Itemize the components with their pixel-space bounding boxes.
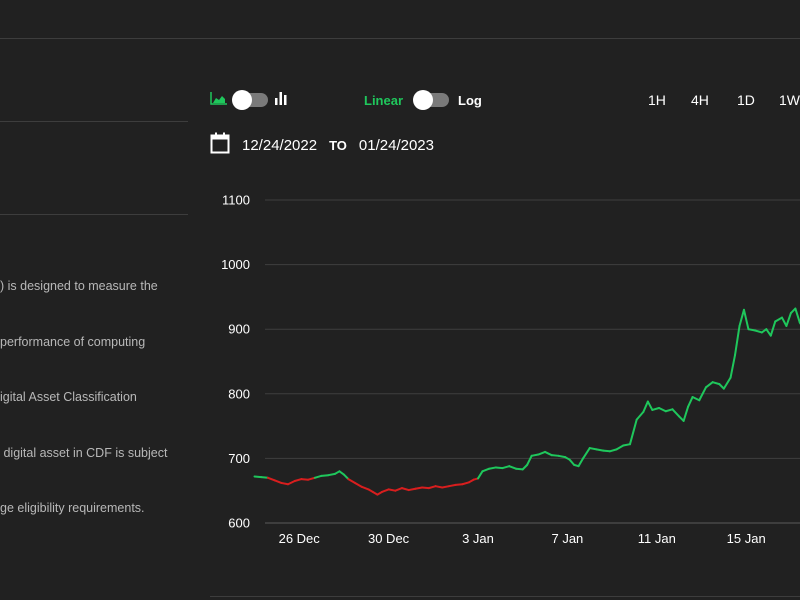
series-segment bbox=[595, 448, 605, 452]
series-segment bbox=[794, 307, 800, 324]
series-segment bbox=[494, 466, 504, 470]
series-segment bbox=[747, 328, 757, 332]
series-segment bbox=[642, 400, 649, 413]
series-segment bbox=[651, 407, 661, 411]
series-segment bbox=[729, 354, 737, 379]
x-tick-label: 7 Jan bbox=[551, 531, 583, 546]
series-segment bbox=[253, 475, 263, 479]
series-segment bbox=[774, 316, 783, 323]
y-tick-label: 1000 bbox=[221, 257, 250, 272]
series-segment bbox=[635, 410, 645, 421]
series-segment bbox=[646, 400, 654, 411]
series-segment bbox=[477, 470, 484, 480]
series-segment bbox=[687, 396, 694, 408]
series-segment bbox=[628, 418, 638, 446]
x-tick-label: 30 Dec bbox=[368, 531, 410, 546]
series-segment bbox=[327, 472, 336, 477]
series-segment bbox=[280, 481, 290, 486]
series-segment bbox=[568, 458, 576, 466]
series-segment bbox=[481, 467, 491, 473]
series-segment bbox=[421, 486, 430, 490]
series-segment bbox=[664, 408, 674, 413]
series-segment bbox=[454, 483, 464, 486]
series-segment bbox=[754, 329, 763, 334]
series-segment bbox=[434, 485, 444, 489]
series-segment bbox=[347, 478, 357, 484]
x-tick-label: 26 Dec bbox=[279, 531, 321, 546]
price-chart[interactable]: 600 700 800 900 1000 1100 26 Dec 30 Dec 3 Jan 7 … bbox=[0, 0, 800, 600]
series-segment bbox=[501, 465, 511, 470]
series-segment bbox=[704, 381, 714, 389]
series-segment bbox=[780, 316, 788, 327]
series-segment bbox=[722, 376, 732, 390]
series-segment bbox=[307, 476, 316, 481]
series-segment bbox=[273, 479, 283, 484]
series-segment bbox=[544, 450, 553, 457]
series-segment bbox=[682, 405, 690, 422]
series-segment bbox=[260, 476, 269, 479]
series-segment bbox=[360, 485, 370, 491]
series-segment bbox=[508, 465, 517, 470]
series-segment bbox=[488, 466, 497, 470]
y-tick-label: 600 bbox=[228, 516, 250, 531]
series-segment bbox=[588, 447, 598, 451]
series-segment bbox=[577, 457, 585, 468]
series-segment bbox=[691, 396, 701, 402]
series-segment bbox=[380, 488, 390, 493]
y-tick-label: 900 bbox=[228, 322, 250, 337]
x-tick-label: 15 Jan bbox=[727, 531, 766, 546]
series-segment bbox=[394, 487, 404, 492]
series-segment bbox=[769, 320, 777, 337]
series-segment bbox=[742, 308, 750, 331]
series-segment bbox=[537, 450, 547, 456]
series-segment bbox=[441, 485, 450, 489]
series-segment bbox=[530, 453, 540, 457]
series-segment bbox=[293, 478, 303, 483]
series-segment bbox=[387, 488, 397, 492]
series-segment bbox=[557, 454, 567, 459]
series-segment bbox=[401, 487, 410, 492]
series-segment bbox=[427, 485, 437, 490]
y-tick-label: 1100 bbox=[222, 193, 250, 208]
series-segment bbox=[658, 407, 667, 413]
series-segment bbox=[447, 483, 457, 488]
y-tick-label: 800 bbox=[228, 386, 250, 401]
series-segment bbox=[622, 443, 631, 447]
series-segment bbox=[461, 481, 471, 486]
series-segment bbox=[608, 448, 618, 453]
series-segment bbox=[414, 486, 424, 490]
series-segment bbox=[354, 481, 363, 488]
x-tick-label: 3 Jan bbox=[462, 531, 494, 546]
series-segment bbox=[734, 324, 741, 357]
series-segment bbox=[514, 467, 524, 471]
series-segment bbox=[550, 454, 560, 457]
series-segment bbox=[582, 447, 591, 460]
series-segment bbox=[313, 474, 323, 479]
series-segment bbox=[407, 487, 417, 492]
series-segment bbox=[287, 480, 296, 486]
series-segment bbox=[615, 444, 625, 451]
series-segment bbox=[711, 381, 721, 386]
x-tick-label: 11 Jan bbox=[638, 531, 676, 546]
series-segment bbox=[738, 308, 745, 327]
series-segment bbox=[671, 408, 681, 418]
series-segment bbox=[266, 476, 276, 482]
series-segment bbox=[300, 478, 310, 481]
series-segment bbox=[602, 449, 611, 453]
y-tick-label: 700 bbox=[228, 451, 250, 466]
series-segment bbox=[320, 474, 330, 477]
series-segment bbox=[526, 454, 533, 466]
series-segment bbox=[785, 312, 792, 327]
